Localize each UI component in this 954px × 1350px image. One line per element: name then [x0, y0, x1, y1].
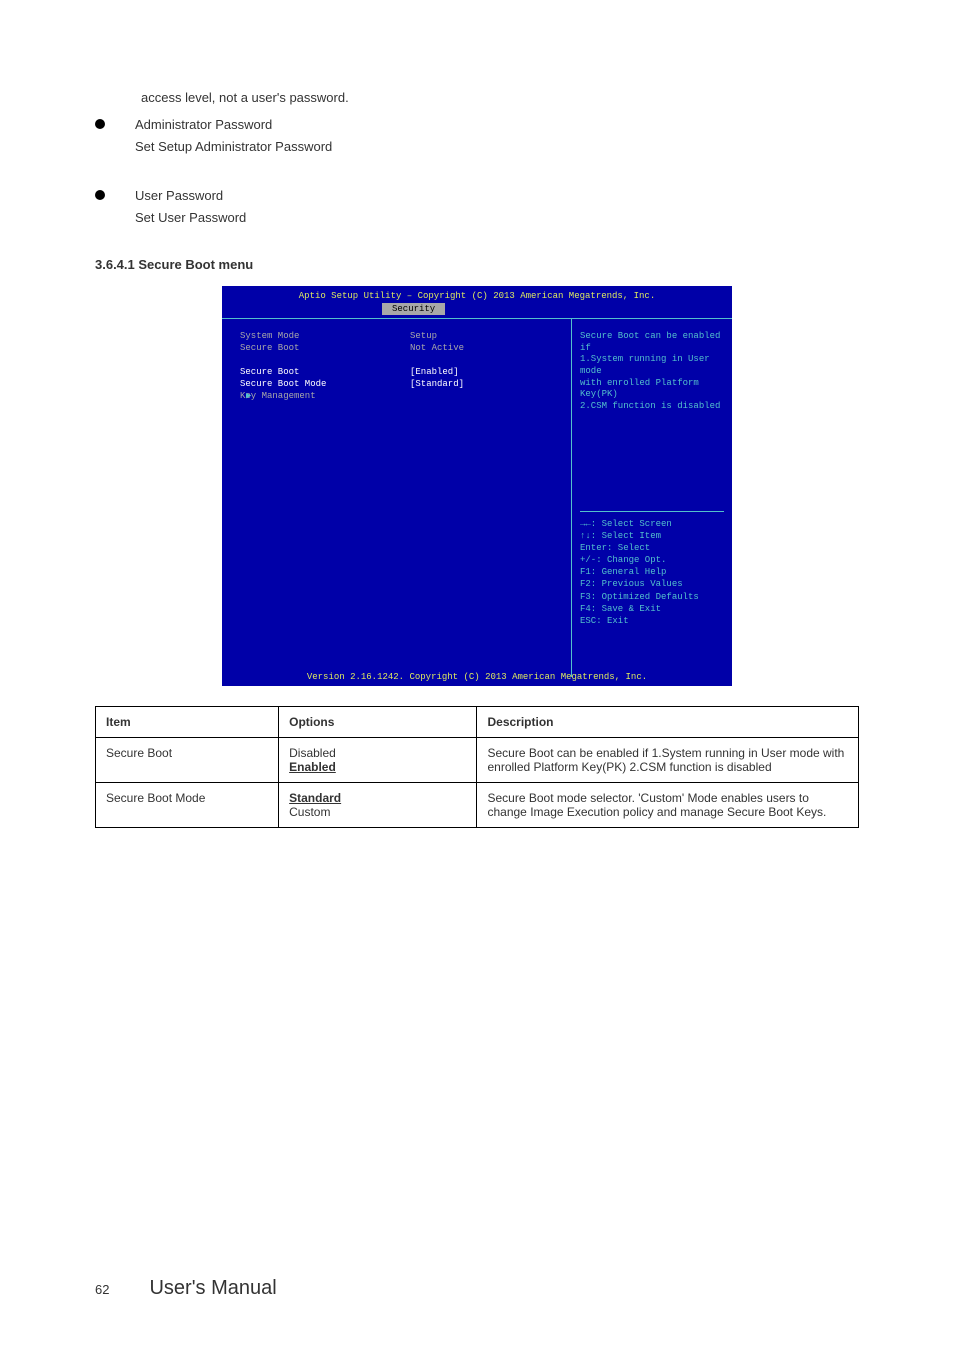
bios-key-legend: →←: Select Screen ↑↓: Select Item Enter:… [580, 518, 724, 627]
row-system-mode: System Mode Setup [240, 331, 561, 341]
row-label: Key Management [240, 391, 410, 401]
key-line: +/-: Change Opt. [580, 554, 724, 566]
help-line: with enrolled Platform Key(PK) [580, 378, 724, 401]
option-value-default: Standard [289, 791, 341, 805]
page-footer: 62 User's Manual [95, 1277, 277, 1300]
cell-description: Secure Boot can be enabled if 1.System r… [477, 738, 859, 783]
submenu-arrow-icon: ▶ [246, 391, 251, 401]
row-label: System Mode [240, 331, 410, 341]
table-row: Secure Boot Mode Standard Custom Secure … [96, 783, 859, 828]
row-spacer [240, 355, 561, 365]
section-heading: 3.6.4.1 Secure Boot menu [95, 257, 859, 272]
key-line: →←: Select Screen [580, 518, 724, 530]
cell-options: Disabled Enabled [279, 738, 477, 783]
col-options: Options [279, 707, 477, 738]
row-value: Setup [410, 331, 437, 341]
bios-window: Aptio Setup Utility – Copyright (C) 2013… [222, 286, 732, 686]
bios-right-panel: Secure Boot can be enabled if 1.System r… [572, 319, 732, 677]
help-line: 1.System running in User mode [580, 354, 724, 377]
key-line: F3: Optimized Defaults [580, 591, 724, 603]
bios-help-text: Secure Boot can be enabled if 1.System r… [580, 331, 724, 413]
bullet-body: Set User Password [135, 208, 859, 228]
row-label: Secure Boot [240, 367, 410, 377]
top-note: access level, not a user's password. [141, 90, 859, 105]
bullet-user-password: User Password Set User Password [95, 186, 859, 227]
help-line: Secure Boot can be enabled if [580, 331, 724, 354]
footer-title: User's Manual [149, 1277, 276, 1300]
row-label: Secure Boot [240, 343, 410, 353]
cell-item: Secure Boot Mode [96, 783, 279, 828]
row-secure-boot-mode[interactable]: Secure Boot Mode [Standard] [240, 379, 561, 389]
divider [580, 511, 724, 512]
help-line: 2.CSM function is disabled [580, 401, 724, 413]
col-description: Description [477, 707, 859, 738]
options-table: Item Options Description Secure Boot Dis… [95, 706, 859, 828]
row-label: Secure Boot Mode [240, 379, 410, 389]
key-line: ESC: Exit [580, 615, 724, 627]
row-value: [Standard] [410, 379, 464, 389]
page-number: 62 [95, 1282, 109, 1297]
key-line: F4: Save & Exit [580, 603, 724, 615]
bullet-admin-password: Administrator Password Set Setup Adminis… [95, 115, 859, 156]
option-value: Custom [289, 805, 330, 819]
bios-left-panel: System Mode Setup Secure Boot Not Active… [222, 319, 572, 677]
bullet-icon [95, 190, 105, 200]
table-header-row: Item Options Description [96, 707, 859, 738]
bios-title-bar: Aptio Setup Utility – Copyright (C) 2013… [222, 286, 732, 303]
cell-description: Secure Boot mode selector. 'Custom' Mode… [477, 783, 859, 828]
cell-options: Standard Custom [279, 783, 477, 828]
col-item: Item [96, 707, 279, 738]
tab-security[interactable]: Security [382, 303, 445, 315]
option-value-default: Enabled [289, 760, 336, 774]
row-value: [Enabled] [410, 367, 459, 377]
bullet-title: Administrator Password [135, 115, 859, 135]
key-line: ↑↓: Select Item [580, 530, 724, 542]
bullet-icon [95, 119, 105, 129]
key-line: Enter: Select [580, 542, 724, 554]
bullet-title: User Password [135, 186, 859, 206]
row-secure-boot-status: Secure Boot Not Active [240, 343, 561, 353]
option-value: Disabled [289, 746, 336, 760]
bios-footer: Version 2.16.1242. Copyright (C) 2013 Am… [222, 672, 732, 682]
row-value: Not Active [410, 343, 464, 353]
key-line: F1: General Help [580, 566, 724, 578]
row-key-management[interactable]: ▶ Key Management [240, 391, 561, 401]
key-line: F2: Previous Values [580, 578, 724, 590]
cell-item: Secure Boot [96, 738, 279, 783]
bullet-body: Set Setup Administrator Password [135, 137, 859, 157]
table-row: Secure Boot Disabled Enabled Secure Boot… [96, 738, 859, 783]
row-secure-boot[interactable]: Secure Boot [Enabled] [240, 367, 561, 377]
